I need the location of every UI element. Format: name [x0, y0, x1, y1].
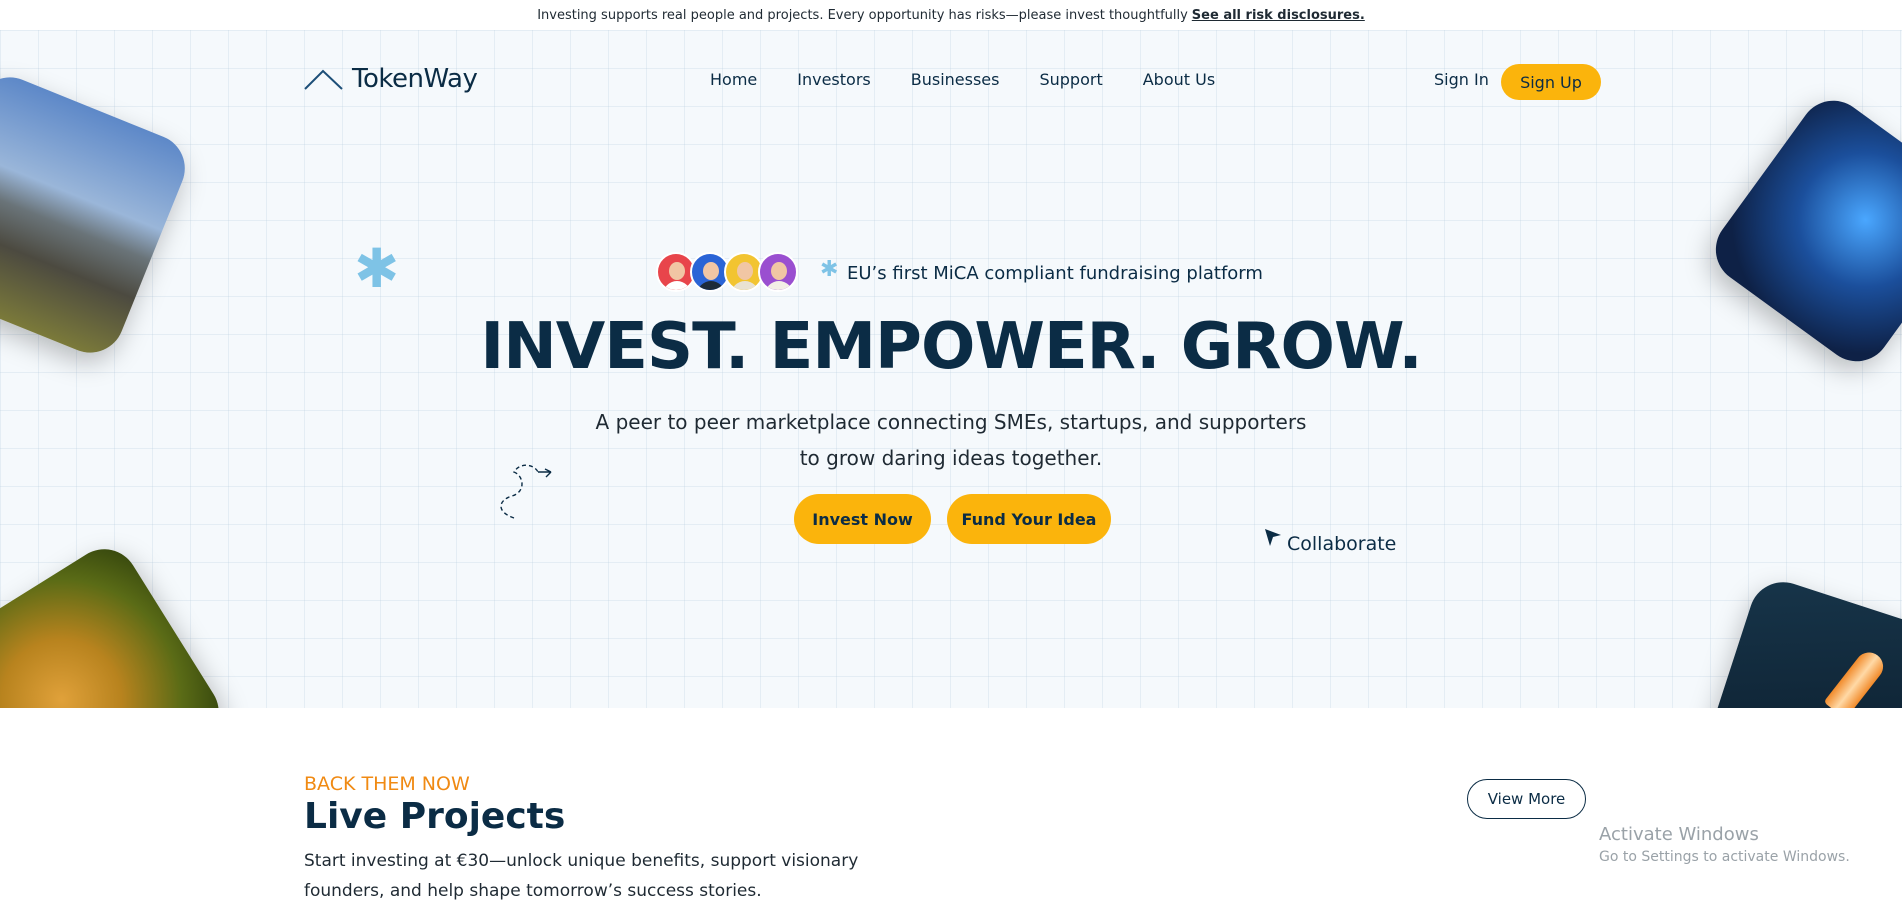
- section-description: Start investing at €30—unlock unique ben…: [304, 851, 859, 901]
- nav-businesses[interactable]: Businesses: [911, 70, 1000, 89]
- brand-logo[interactable]: TokenWay: [304, 64, 478, 94]
- section-title: Live Projects: [304, 796, 566, 837]
- hero-section: TokenWay Home Investors Businesses Suppo…: [0, 30, 1902, 708]
- nav-investors[interactable]: Investors: [797, 70, 870, 89]
- nav-home[interactable]: Home: [710, 70, 757, 89]
- collaborate-label: Collaborate: [1287, 533, 1397, 555]
- avatar-group: [656, 252, 798, 292]
- activate-windows-subtitle: Go to Settings to activate Windows.: [1599, 849, 1850, 865]
- mica-badge-text: EU’s first MiCA compliant fundraising pl…: [847, 263, 1263, 284]
- avatar: [758, 252, 798, 292]
- main-nav: Home Investors Businesses Support About …: [710, 70, 1215, 89]
- sign-up-button[interactable]: Sign Up: [1501, 64, 1601, 100]
- plant-photo-tile: [0, 536, 232, 708]
- risk-notice-text: Investing supports real people and proje…: [537, 7, 1188, 23]
- badge-star-icon: ✱: [820, 257, 839, 282]
- nav-support[interactable]: Support: [1039, 70, 1102, 89]
- risk-disclosures-link[interactable]: See all risk disclosures.: [1192, 8, 1365, 23]
- nav-about-us[interactable]: About Us: [1143, 70, 1215, 89]
- section-eyebrow: BACK THEM NOW: [304, 773, 470, 795]
- hero-subtext-line: to grow daring ideas together.: [799, 446, 1103, 470]
- rocket-icon: [1823, 646, 1889, 708]
- hero-headline: INVEST. EMPOWER. GROW.: [480, 310, 1422, 384]
- hero-subtext-line: A peer to peer marketplace connecting SM…: [595, 410, 1307, 434]
- cursor-pointer-icon: [1265, 529, 1281, 546]
- activate-windows-title: Activate Windows: [1599, 824, 1759, 845]
- mountain-logo-icon: [304, 69, 343, 90]
- invest-now-button[interactable]: Invest Now: [794, 494, 931, 544]
- rocket-photo-tile: [1693, 573, 1902, 708]
- dashed-squiggle-arrow-icon: [500, 464, 552, 519]
- fund-your-idea-button[interactable]: Fund Your Idea: [947, 494, 1111, 544]
- star-decoration-icon: ✱: [354, 237, 400, 300]
- sign-in-link[interactable]: Sign In: [1434, 70, 1489, 89]
- view-more-button[interactable]: View More: [1467, 779, 1586, 819]
- hero-subtext: A peer to peer marketplace connecting SM…: [0, 404, 1902, 476]
- risk-notice-bar: Investing supports real people and proje…: [0, 0, 1902, 30]
- brand-name: TokenWay: [352, 64, 478, 94]
